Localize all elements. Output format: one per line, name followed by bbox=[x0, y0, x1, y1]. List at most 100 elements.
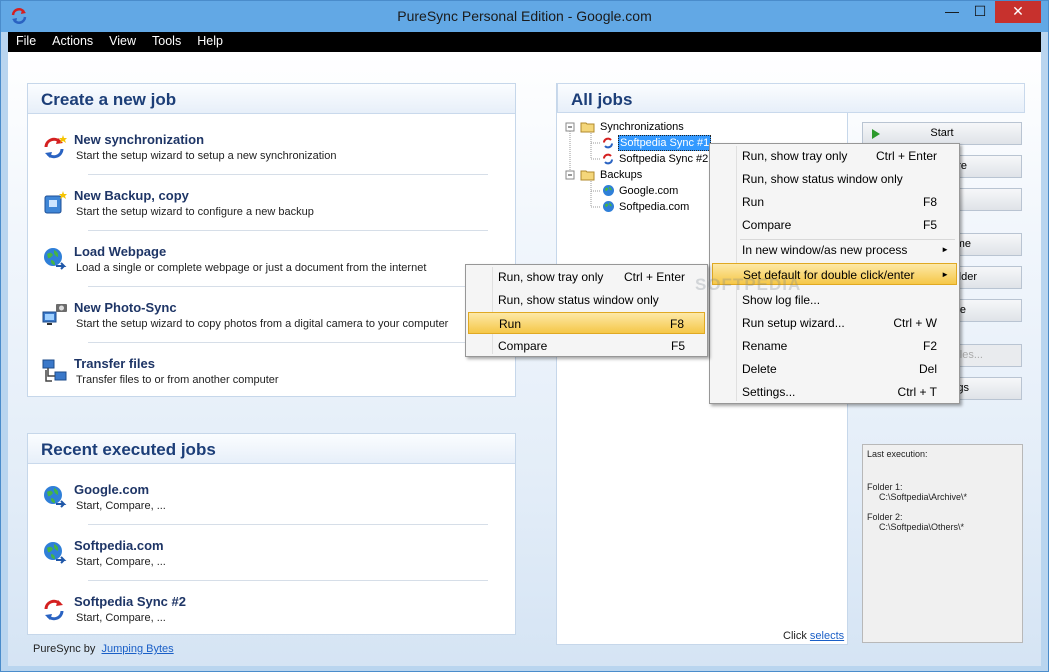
new-backup-title: New Backup, copy bbox=[74, 188, 189, 203]
label: In new window/as new process bbox=[742, 243, 908, 257]
globe-icon bbox=[44, 248, 67, 270]
recent-job-item[interactable]: Softpedia Sync #2 Start, Compare, ... bbox=[42, 592, 502, 648]
menu-item-run[interactable]: Run F8 bbox=[712, 191, 957, 213]
globe-icon bbox=[603, 201, 614, 212]
sync-icon bbox=[603, 137, 613, 149]
new-photo-sync-desc: Start the setup wizard to copy photos fr… bbox=[76, 318, 449, 330]
submenu-item-run[interactable]: Run F8 bbox=[468, 312, 705, 334]
folder-icon bbox=[580, 170, 595, 181]
jumping-bytes-link[interactable]: Jumping Bytes bbox=[102, 643, 174, 655]
divider bbox=[88, 524, 488, 525]
menu-tools[interactable]: Tools bbox=[144, 32, 189, 51]
start-label: Start bbox=[930, 127, 954, 139]
menu-actions[interactable]: Actions bbox=[44, 32, 101, 51]
shortcut: Ctrl + Enter bbox=[875, 149, 937, 163]
shortcut: Ctrl + W bbox=[893, 316, 937, 330]
label: Run, show tray only bbox=[498, 270, 604, 284]
submenu-item-run-status[interactable]: Run, show status window only bbox=[468, 289, 705, 311]
menu-item-compare[interactable]: Compare F5 bbox=[712, 214, 957, 236]
label: Run, show status window only bbox=[498, 293, 659, 307]
maximize-button[interactable]: ☐ bbox=[967, 1, 993, 23]
new-backup-item[interactable]: New Backup, copy Start the setup wizard … bbox=[42, 186, 502, 242]
globe-icon bbox=[44, 486, 67, 508]
main-window: PureSync Personal Edition - Google.com —… bbox=[0, 0, 1049, 672]
menu-item-delete[interactable]: Delete Del bbox=[712, 358, 957, 380]
menu-bar: File Actions View Tools Help bbox=[8, 32, 1041, 52]
footer: PureSync by Jumping Bytes bbox=[33, 643, 174, 655]
recent-job-desc: Start, Compare, ... bbox=[76, 612, 166, 624]
shortcut: F5 bbox=[670, 339, 685, 353]
title-bar[interactable]: PureSync Personal Edition - Google.com —… bbox=[1, 1, 1048, 32]
new-sync-item[interactable]: New synchronization Start the setup wiza… bbox=[42, 130, 502, 186]
shortcut: Ctrl + Enter bbox=[623, 270, 685, 284]
click-hint-prefix: Click bbox=[783, 630, 807, 642]
sync-icon bbox=[603, 153, 613, 165]
menu-item-run-status[interactable]: Run, show status window only bbox=[712, 168, 957, 190]
start-button[interactable]: Start bbox=[862, 122, 1022, 145]
tree-sync-2[interactable]: Softpedia Sync #2 bbox=[619, 152, 708, 166]
globe-icon bbox=[603, 185, 614, 196]
shortcut: F8 bbox=[922, 195, 937, 209]
recent-job-item[interactable]: Google.com Start, Compare, ... bbox=[42, 480, 502, 536]
menu-item-settings[interactable]: Settings... Ctrl + T bbox=[712, 381, 957, 403]
minimize-button[interactable]: — bbox=[939, 1, 965, 23]
shortcut: F8 bbox=[669, 317, 684, 331]
menu-help[interactable]: Help bbox=[189, 32, 231, 51]
menu-item-run-tray[interactable]: Run, show tray only Ctrl + Enter bbox=[712, 145, 957, 167]
footer-prefix: PureSync by bbox=[33, 643, 96, 655]
menu-item-setup-wizard[interactable]: Run setup wizard... Ctrl + W bbox=[712, 312, 957, 334]
play-icon bbox=[872, 129, 880, 139]
menu-item-new-window[interactable]: In new window/as new process ► bbox=[712, 239, 957, 261]
menu-file[interactable]: File bbox=[8, 32, 44, 51]
label: Settings... bbox=[742, 385, 796, 399]
all-jobs-title: All jobs bbox=[557, 83, 1025, 113]
context-menu: Run, show tray only Ctrl + Enter Run, sho… bbox=[709, 143, 960, 404]
tree-sync-1[interactable]: Softpedia Sync #1 bbox=[618, 135, 712, 151]
label: Run, show tray only bbox=[742, 149, 848, 163]
folder-1-path: C:\Softpedia\Archive\* bbox=[879, 492, 968, 502]
new-photo-sync-item[interactable]: New Photo-Sync Start the setup wizard to… bbox=[42, 298, 502, 354]
shortcut: F5 bbox=[922, 218, 937, 232]
label: Run setup wizard... bbox=[742, 316, 845, 330]
network-icon bbox=[42, 359, 67, 382]
recent-job-desc: Start, Compare, ... bbox=[76, 556, 166, 568]
create-job-title: Create a new job bbox=[28, 84, 515, 114]
watermark: SOFTPEDIA bbox=[695, 275, 802, 294]
submenu-item-run-tray[interactable]: Run, show tray only Ctrl + Enter bbox=[468, 266, 705, 288]
recent-jobs-title: Recent executed jobs bbox=[28, 434, 515, 464]
jobs-tree: Synchronizations Softpedia Sync #1 Softp… bbox=[561, 119, 712, 219]
action-button-6-label: e bbox=[959, 304, 966, 316]
recent-jobs-panel: Recent executed jobs Google.com Start, C… bbox=[27, 433, 516, 635]
action-button-7-label: iles... bbox=[957, 349, 983, 361]
tree-backup-1[interactable]: Google.com bbox=[619, 184, 678, 198]
transfer-files-item[interactable]: Transfer files Transfer files to or from… bbox=[42, 354, 502, 410]
transfer-files-desc: Transfer files to or from another comput… bbox=[76, 374, 279, 386]
last-execution-label: Last execution: bbox=[867, 449, 928, 459]
recent-job-title: Softpedia Sync #2 bbox=[74, 594, 186, 609]
folder-2-label: Folder 2: bbox=[867, 512, 903, 522]
folder-2-path: C:\Softpedia\Others\* bbox=[879, 522, 965, 532]
recent-job-item[interactable]: Softpedia.com Start, Compare, ... bbox=[42, 536, 502, 592]
menu-item-rename[interactable]: Rename F2 bbox=[712, 335, 957, 357]
tree-backup-2[interactable]: Softpedia.com bbox=[619, 200, 689, 214]
tree-sync-group[interactable]: Synchronizations bbox=[600, 120, 684, 134]
divider bbox=[88, 174, 488, 175]
shortcut: Del bbox=[918, 362, 937, 376]
recent-job-title: Softpedia.com bbox=[74, 538, 164, 553]
divider bbox=[88, 286, 488, 287]
load-webpage-title: Load Webpage bbox=[74, 244, 167, 259]
menu-view[interactable]: View bbox=[101, 32, 144, 51]
submenu-arrow-icon: ► bbox=[941, 245, 949, 254]
tree-backup-group[interactable]: Backups bbox=[600, 168, 642, 182]
shortcut: Ctrl + T bbox=[897, 385, 937, 399]
close-button[interactable]: ✕ bbox=[995, 1, 1041, 23]
folder-1-label: Folder 1: bbox=[867, 482, 903, 492]
submenu-item-compare[interactable]: Compare F5 bbox=[468, 335, 705, 357]
load-webpage-item[interactable]: Load Webpage Load a single or complete w… bbox=[42, 242, 502, 298]
selects-link[interactable]: selects bbox=[810, 630, 844, 642]
new-backup-icon bbox=[44, 191, 67, 214]
job-info-box: Last execution: Folder 1: C:\Softpedia\A… bbox=[862, 444, 1023, 643]
label: Delete bbox=[742, 362, 777, 376]
recent-job-desc: Start, Compare, ... bbox=[76, 500, 166, 512]
divider bbox=[88, 230, 488, 231]
